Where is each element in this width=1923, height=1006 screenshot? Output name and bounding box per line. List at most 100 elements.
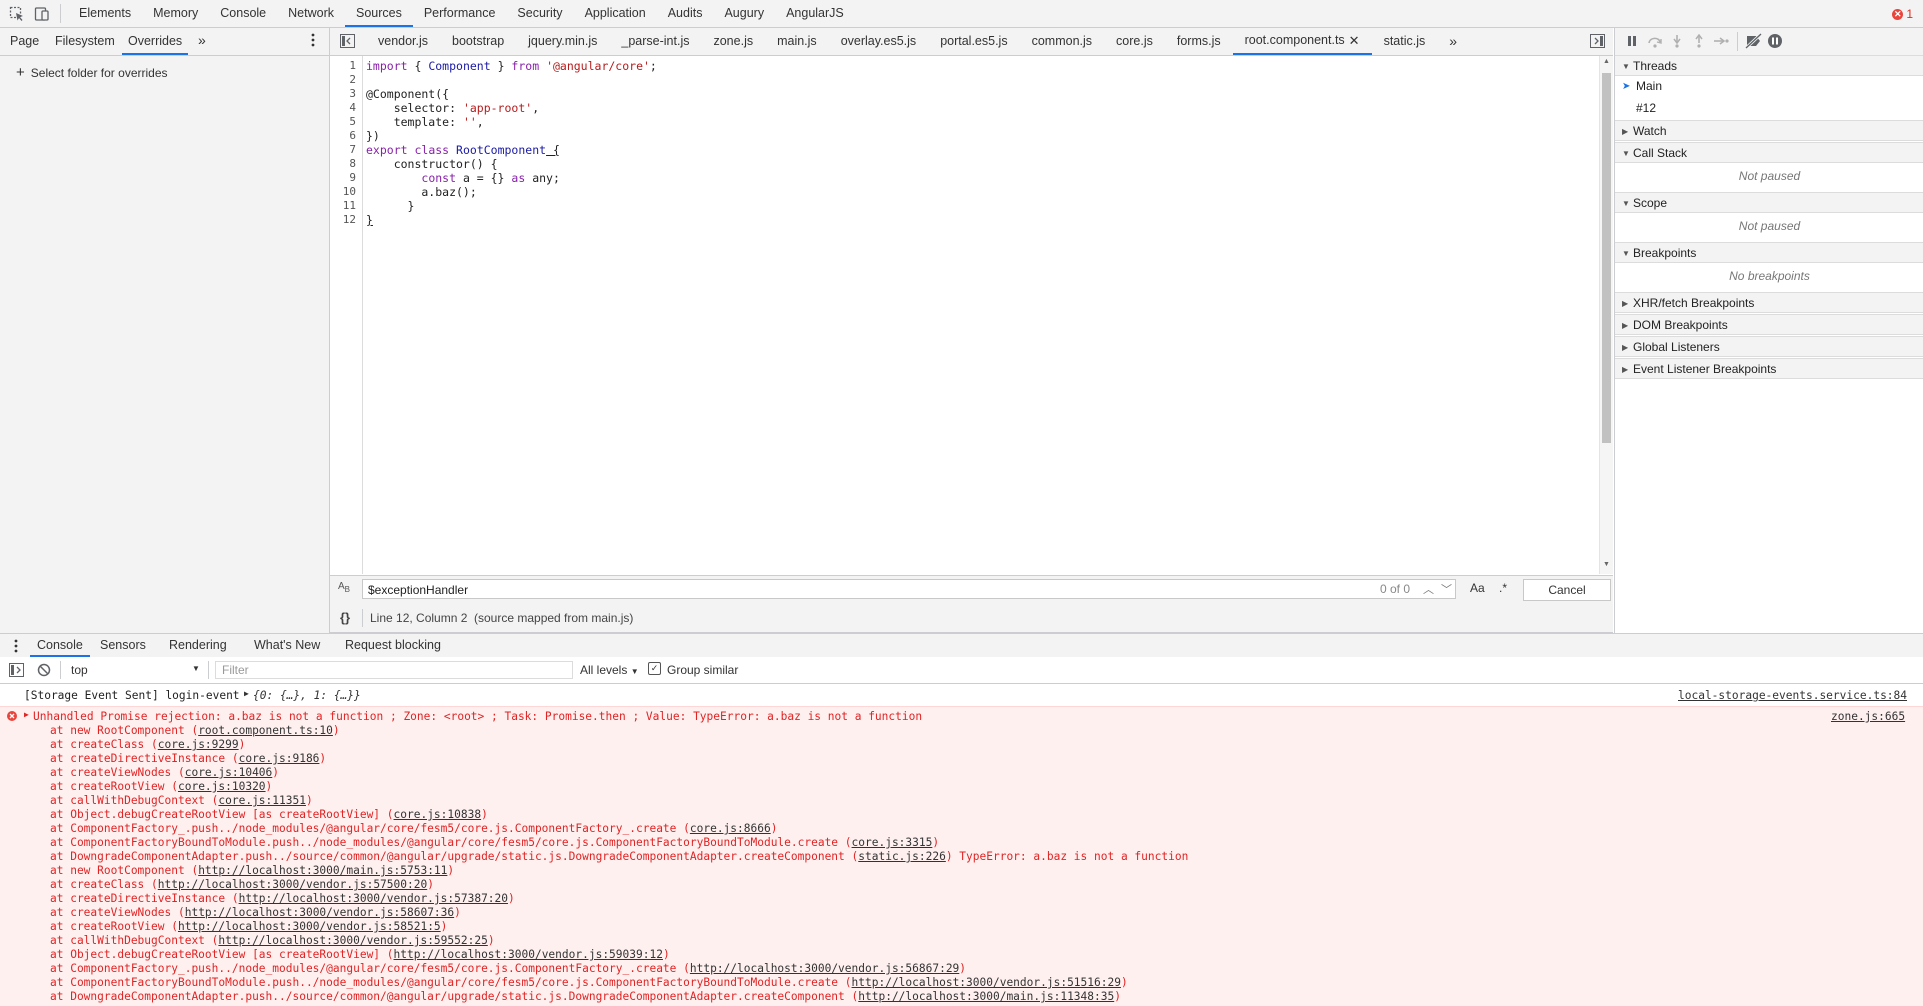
line-number[interactable]: 9 — [349, 171, 356, 184]
cancel-search-button[interactable]: Cancel — [1523, 579, 1611, 601]
tab-network[interactable]: Network — [277, 0, 345, 27]
navigator-tab-filesystem[interactable]: Filesystem — [55, 28, 115, 55]
drawer-tab-rendering[interactable]: Rendering — [169, 634, 227, 657]
stack-frame-link[interactable]: http://localhost:3000/vendor.js:57500:20 — [158, 878, 427, 891]
source-map-info[interactable]: (source mapped from main.js) — [474, 611, 633, 625]
tab-security[interactable]: Security — [506, 0, 573, 27]
line-number[interactable]: 4 — [349, 101, 356, 114]
error-count-badge[interactable]: ✕ 1 — [1892, 7, 1913, 21]
previous-match-icon[interactable]: ︿ — [1423, 581, 1434, 597]
inspect-element-icon[interactable] — [9, 6, 25, 22]
tab-application[interactable]: Application — [574, 0, 657, 27]
stack-frame-link[interactable]: http://localhost:3000/vendor.js:51516:29 — [852, 976, 1121, 989]
line-number[interactable]: 2 — [349, 73, 356, 86]
scroll-up-icon[interactable]: ▲ — [1603, 58, 1610, 65]
clear-console-icon[interactable] — [37, 663, 51, 677]
stack-frame-link[interactable]: static.js:226 — [858, 850, 946, 863]
pretty-print-button[interactable]: {} — [340, 610, 350, 625]
editor-tab[interactable]: static.js — [1372, 28, 1438, 55]
error-source-link[interactable]: zone.js:665 — [1831, 710, 1905, 723]
console-message-log[interactable]: [Storage Event Sent] login-event ▶ {0: {… — [0, 684, 1923, 707]
line-number[interactable]: 11 — [343, 199, 356, 212]
editor-tab[interactable]: bootstrap — [440, 28, 516, 55]
editor-tab[interactable]: main.js — [765, 28, 829, 55]
editor-tab[interactable]: jquery.min.js — [516, 28, 609, 55]
section-dom-breakpoints[interactable]: ▶ DOM Breakpoints — [1615, 314, 1923, 335]
navigator-tab-overrides[interactable]: Overrides — [122, 28, 189, 55]
editor-tab[interactable]: core.js — [1104, 28, 1165, 55]
stack-frame-link[interactable]: core.js:8666 — [690, 822, 771, 835]
context-dropdown-icon[interactable]: ▼ — [192, 664, 200, 673]
match-case-button[interactable]: Aa — [1470, 581, 1485, 595]
step-into-icon[interactable] — [1671, 34, 1683, 48]
thread-12[interactable]: #12 — [1615, 98, 1923, 119]
line-number[interactable]: 7 — [349, 143, 356, 156]
stack-frame-link[interactable]: http://localhost:3000/vendor.js:59039:12 — [394, 948, 663, 961]
more-editor-tabs-chevron-icon[interactable]: » — [1437, 28, 1469, 55]
stack-frame-link[interactable]: http://localhost:3000/vendor.js:57387:20 — [239, 892, 508, 905]
section-breakpoints[interactable]: ▼ Breakpoints — [1615, 242, 1923, 263]
drawer-tab-whats-new[interactable]: What's New — [254, 634, 320, 657]
stack-frame-link[interactable]: core.js:10838 — [394, 808, 482, 821]
thread-main[interactable]: ➤ Main — [1615, 76, 1923, 97]
tab-elements[interactable]: Elements — [68, 0, 142, 27]
stack-frame-link[interactable]: core.js:9299 — [158, 738, 239, 751]
line-number[interactable]: 6 — [349, 129, 356, 142]
section-threads[interactable]: ▼ Threads — [1615, 55, 1923, 76]
context-selector[interactable]: top — [71, 663, 88, 677]
scrollbar-thumb[interactable] — [1602, 73, 1611, 443]
step-over-icon[interactable] — [1647, 34, 1663, 48]
close-tab-icon[interactable]: ✕ — [1349, 27, 1360, 54]
log-levels-dropdown[interactable]: All levels ▼ — [580, 663, 639, 677]
drawer-tab-sensors[interactable]: Sensors — [100, 634, 146, 657]
more-tabs-chevron-icon[interactable]: » — [198, 32, 206, 48]
tab-audits[interactable]: Audits — [657, 0, 714, 27]
stack-frame-link[interactable]: http://localhost:3000/main.js:5753:11 — [198, 864, 447, 877]
editor-tab[interactable]: overlay.es5.js — [829, 28, 929, 55]
editor-tab[interactable]: _parse-int.js — [609, 28, 701, 55]
scroll-down-icon[interactable]: ▼ — [1603, 561, 1610, 568]
stack-frame-link[interactable]: http://localhost:3000/main.js:11348:35 — [858, 990, 1114, 1003]
group-similar-checkbox[interactable]: ✓ — [648, 662, 661, 675]
stack-frame-link[interactable]: http://localhost:3000/vendor.js:56867:29 — [690, 962, 959, 975]
log-source-link[interactable]: local-storage-events.service.ts:84 — [1678, 689, 1907, 702]
console-sidebar-icon[interactable] — [9, 663, 24, 677]
drawer-tab-console[interactable]: Console — [30, 634, 90, 657]
drawer-menu-icon[interactable] — [14, 639, 18, 653]
step-out-icon[interactable] — [1693, 34, 1705, 48]
editor-tab-active[interactable]: root.component.ts ✕ — [1232, 27, 1372, 55]
toggle-debugger-icon[interactable] — [1590, 34, 1605, 48]
stack-frame-link[interactable]: http://localhost:3000/vendor.js:58521:5 — [178, 920, 441, 933]
step-icon[interactable] — [1713, 35, 1729, 47]
code-editor[interactable]: import { Component } from '@angular/core… — [366, 56, 1598, 574]
line-number[interactable]: 10 — [343, 185, 356, 198]
editor-tab[interactable]: vendor.js — [366, 28, 440, 55]
editor-tab[interactable]: forms.js — [1165, 28, 1233, 55]
tab-sources[interactable]: Sources — [344, 0, 413, 27]
stack-frame-link[interactable]: root.component.ts:10 — [198, 724, 333, 737]
search-input[interactable]: $exceptionHandler — [362, 579, 1456, 599]
stack-frame-link[interactable]: core.js:10406 — [185, 766, 273, 779]
navigator-tab-page[interactable]: Page — [10, 28, 39, 55]
section-global-listeners[interactable]: ▶ Global Listeners — [1615, 336, 1923, 357]
editor-tab[interactable]: common.js — [1020, 28, 1104, 55]
log-object-preview[interactable]: {0: {…}, 1: {…}} — [253, 689, 361, 702]
tab-angularjs[interactable]: AngularJS — [775, 0, 855, 27]
pause-on-exceptions-icon[interactable] — [1767, 33, 1783, 49]
pause-icon[interactable] — [1626, 35, 1638, 47]
select-folder-button[interactable]: + Select folder for overrides — [16, 65, 168, 80]
section-xhr-breakpoints[interactable]: ▶ XHR/fetch Breakpoints — [1615, 292, 1923, 313]
editor-tab[interactable]: zone.js — [701, 28, 765, 55]
expand-triangle-icon[interactable]: ▶ — [244, 689, 249, 698]
deactivate-breakpoints-icon[interactable] — [1745, 33, 1763, 49]
tab-augury[interactable]: Augury — [713, 0, 775, 27]
line-number[interactable]: 1 — [349, 59, 356, 72]
line-number[interactable]: 12 — [343, 213, 356, 226]
more-options-icon[interactable] — [311, 33, 315, 47]
line-number[interactable]: 8 — [349, 157, 356, 170]
console-filter-input[interactable]: Filter — [215, 661, 573, 679]
toggle-navigator-icon[interactable] — [340, 34, 355, 48]
editor-tab[interactable]: portal.es5.js — [928, 28, 1019, 55]
line-number[interactable]: 5 — [349, 115, 356, 128]
stack-frame-link[interactable]: http://localhost:3000/vendor.js:59552:25 — [218, 934, 487, 947]
